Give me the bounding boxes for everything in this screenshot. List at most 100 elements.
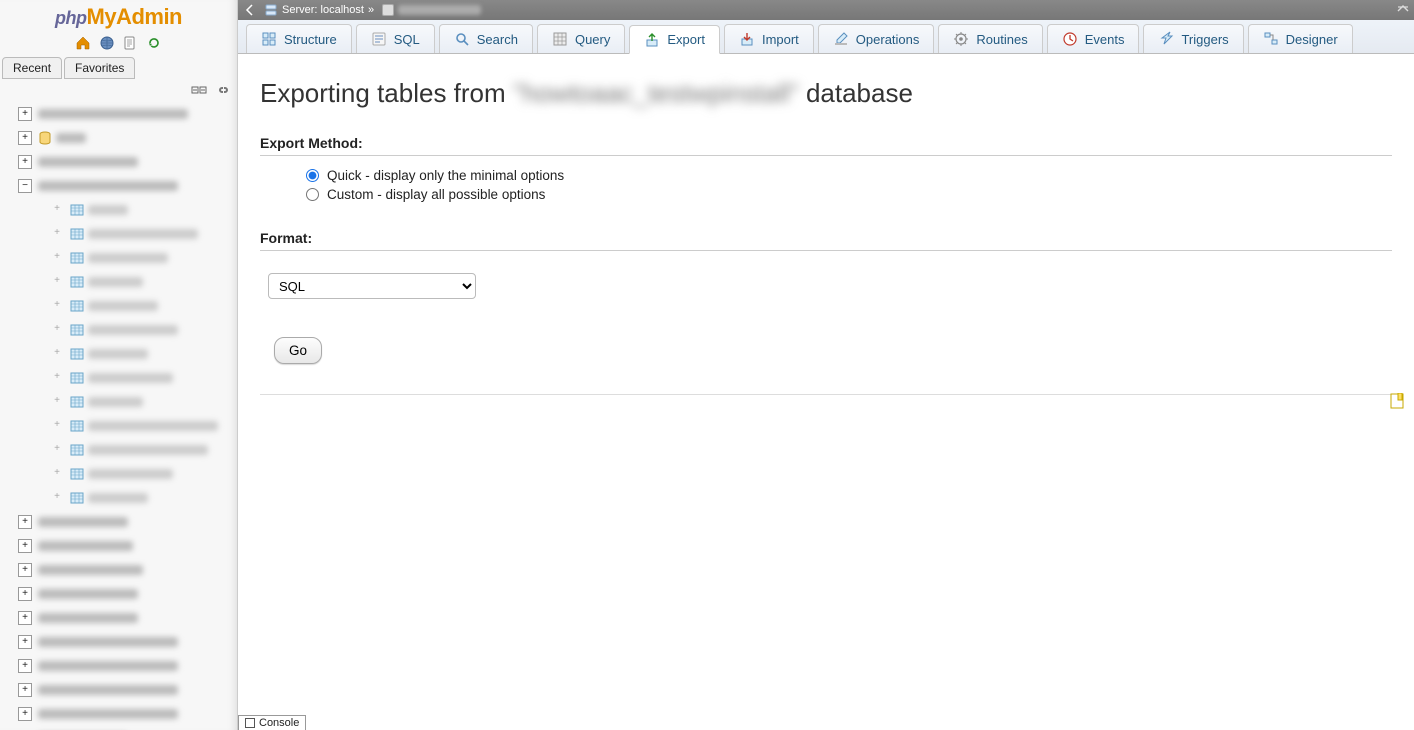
tree-db[interactable]: + <box>18 702 237 726</box>
tree-db[interactable]: + <box>18 678 237 702</box>
table-icon <box>70 251 84 265</box>
expand-icon[interactable]: + <box>18 707 32 721</box>
expand-icon[interactable]: + <box>18 659 32 673</box>
tab-label: Search <box>477 32 518 47</box>
globe-icon[interactable] <box>99 35 115 51</box>
tab-triggers[interactable]: Triggers <box>1143 24 1243 53</box>
search-icon <box>454 31 470 47</box>
tree-db[interactable]: + <box>18 534 237 558</box>
tree-table[interactable]: + <box>18 414 237 438</box>
link-icon[interactable] <box>215 82 231 98</box>
radio-quick-input[interactable] <box>306 169 319 182</box>
tree-table[interactable]: + <box>18 198 237 222</box>
expand-icon[interactable]: + <box>18 155 32 169</box>
breadcrumb-database[interactable] <box>398 5 481 15</box>
tree-table[interactable]: + <box>18 270 237 294</box>
expand-icon[interactable]: + <box>18 563 32 577</box>
expand-icon[interactable]: + <box>50 443 64 457</box>
expand-icon[interactable]: + <box>50 203 64 217</box>
tree-db[interactable]: + <box>18 582 237 606</box>
expand-icon[interactable]: + <box>50 323 64 337</box>
sidebar-tab-recent[interactable]: Recent <box>2 57 62 79</box>
tree-db-expanded[interactable]: − <box>18 174 237 198</box>
expand-icon[interactable]: + <box>18 131 32 145</box>
expand-icon[interactable]: + <box>50 251 64 265</box>
format-select[interactable]: SQL <box>268 273 476 299</box>
tree-table[interactable]: + <box>18 486 237 510</box>
expand-icon[interactable]: + <box>50 467 64 481</box>
collapse-icon[interactable]: − <box>18 179 32 193</box>
tree-db[interactable]: + <box>18 654 237 678</box>
tree-table[interactable]: + <box>18 222 237 246</box>
expand-icon[interactable]: + <box>18 683 32 697</box>
tree-db[interactable]: + <box>18 630 237 654</box>
tree-table[interactable]: + <box>18 390 237 414</box>
back-icon[interactable] <box>244 4 256 16</box>
tab-query[interactable]: Query <box>537 24 625 53</box>
table-icon <box>70 323 84 337</box>
tab-structure[interactable]: Structure <box>246 24 352 53</box>
expand-icon[interactable]: + <box>18 107 32 121</box>
tab-sql[interactable]: SQL <box>356 24 435 53</box>
tab-routines[interactable]: Routines <box>938 24 1042 53</box>
collapse-topbar-icon[interactable] <box>1396 2 1410 19</box>
tab-label: SQL <box>394 32 420 47</box>
tree-table[interactable]: + <box>18 462 237 486</box>
table-icon <box>70 275 84 289</box>
tree-table[interactable]: + <box>18 438 237 462</box>
tab-label: Routines <box>976 32 1027 47</box>
home-icon[interactable] <box>75 35 91 51</box>
expand-icon[interactable]: + <box>18 587 32 601</box>
table-icon <box>70 395 84 409</box>
expand-icon[interactable]: + <box>50 347 64 361</box>
export-method-custom[interactable]: Custom - display all possible options <box>306 187 1392 202</box>
sidebar-tab-favorites[interactable]: Favorites <box>64 57 135 79</box>
sidebar: phpMyAdmin Recent Favorites + + + − + + … <box>0 0 238 730</box>
tree-db[interactable]: + <box>18 150 237 174</box>
go-button[interactable]: Go <box>274 337 322 364</box>
expand-icon[interactable]: + <box>50 299 64 313</box>
tab-operations[interactable]: Operations <box>818 24 935 53</box>
tab-designer[interactable]: Designer <box>1248 24 1353 53</box>
database-icon <box>38 131 52 145</box>
table-icon <box>70 347 84 361</box>
collapse-all-icon[interactable] <box>191 82 207 98</box>
tree-db[interactable]: + <box>18 510 237 534</box>
tree-table[interactable]: + <box>18 366 237 390</box>
radio-quick-label: Quick - display only the minimal options <box>327 168 564 183</box>
expand-icon[interactable]: + <box>18 611 32 625</box>
radio-custom-input[interactable] <box>306 188 319 201</box>
tab-search[interactable]: Search <box>439 24 533 53</box>
table-icon <box>70 443 84 457</box>
bookmark-icon[interactable] <box>1390 393 1404 412</box>
expand-icon[interactable]: + <box>50 419 64 433</box>
expand-icon[interactable]: + <box>50 275 64 289</box>
tree-table[interactable]: + <box>18 318 237 342</box>
doc-icon[interactable] <box>122 35 138 51</box>
tree-table[interactable]: + <box>18 294 237 318</box>
tree-db[interactable]: + <box>18 102 237 126</box>
console-toggle[interactable]: Console <box>238 715 306 730</box>
expand-icon[interactable]: + <box>18 539 32 553</box>
tree-db[interactable]: + <box>18 126 237 150</box>
tree-db[interactable]: + <box>18 606 237 630</box>
expand-icon[interactable]: + <box>50 491 64 505</box>
tree-db[interactable]: + <box>18 558 237 582</box>
expand-icon[interactable]: + <box>18 515 32 529</box>
table-icon <box>70 203 84 217</box>
refresh-icon[interactable] <box>146 35 162 51</box>
tab-events[interactable]: Events <box>1047 24 1140 53</box>
tree-table[interactable]: + <box>18 246 237 270</box>
breadcrumb-server[interactable]: Server: localhost <box>282 4 364 16</box>
tab-import[interactable]: Import <box>724 24 814 53</box>
expand-icon[interactable]: + <box>18 635 32 649</box>
export-method-quick[interactable]: Quick - display only the minimal options <box>306 168 1392 183</box>
tab-label: Events <box>1085 32 1125 47</box>
expand-icon[interactable]: + <box>50 395 64 409</box>
tree-table[interactable]: + <box>18 342 237 366</box>
tree-db[interactable]: + <box>18 726 237 730</box>
expand-icon[interactable]: + <box>50 371 64 385</box>
tab-export[interactable]: Export <box>629 25 720 54</box>
expand-icon[interactable]: + <box>50 227 64 241</box>
table-icon <box>70 467 84 481</box>
